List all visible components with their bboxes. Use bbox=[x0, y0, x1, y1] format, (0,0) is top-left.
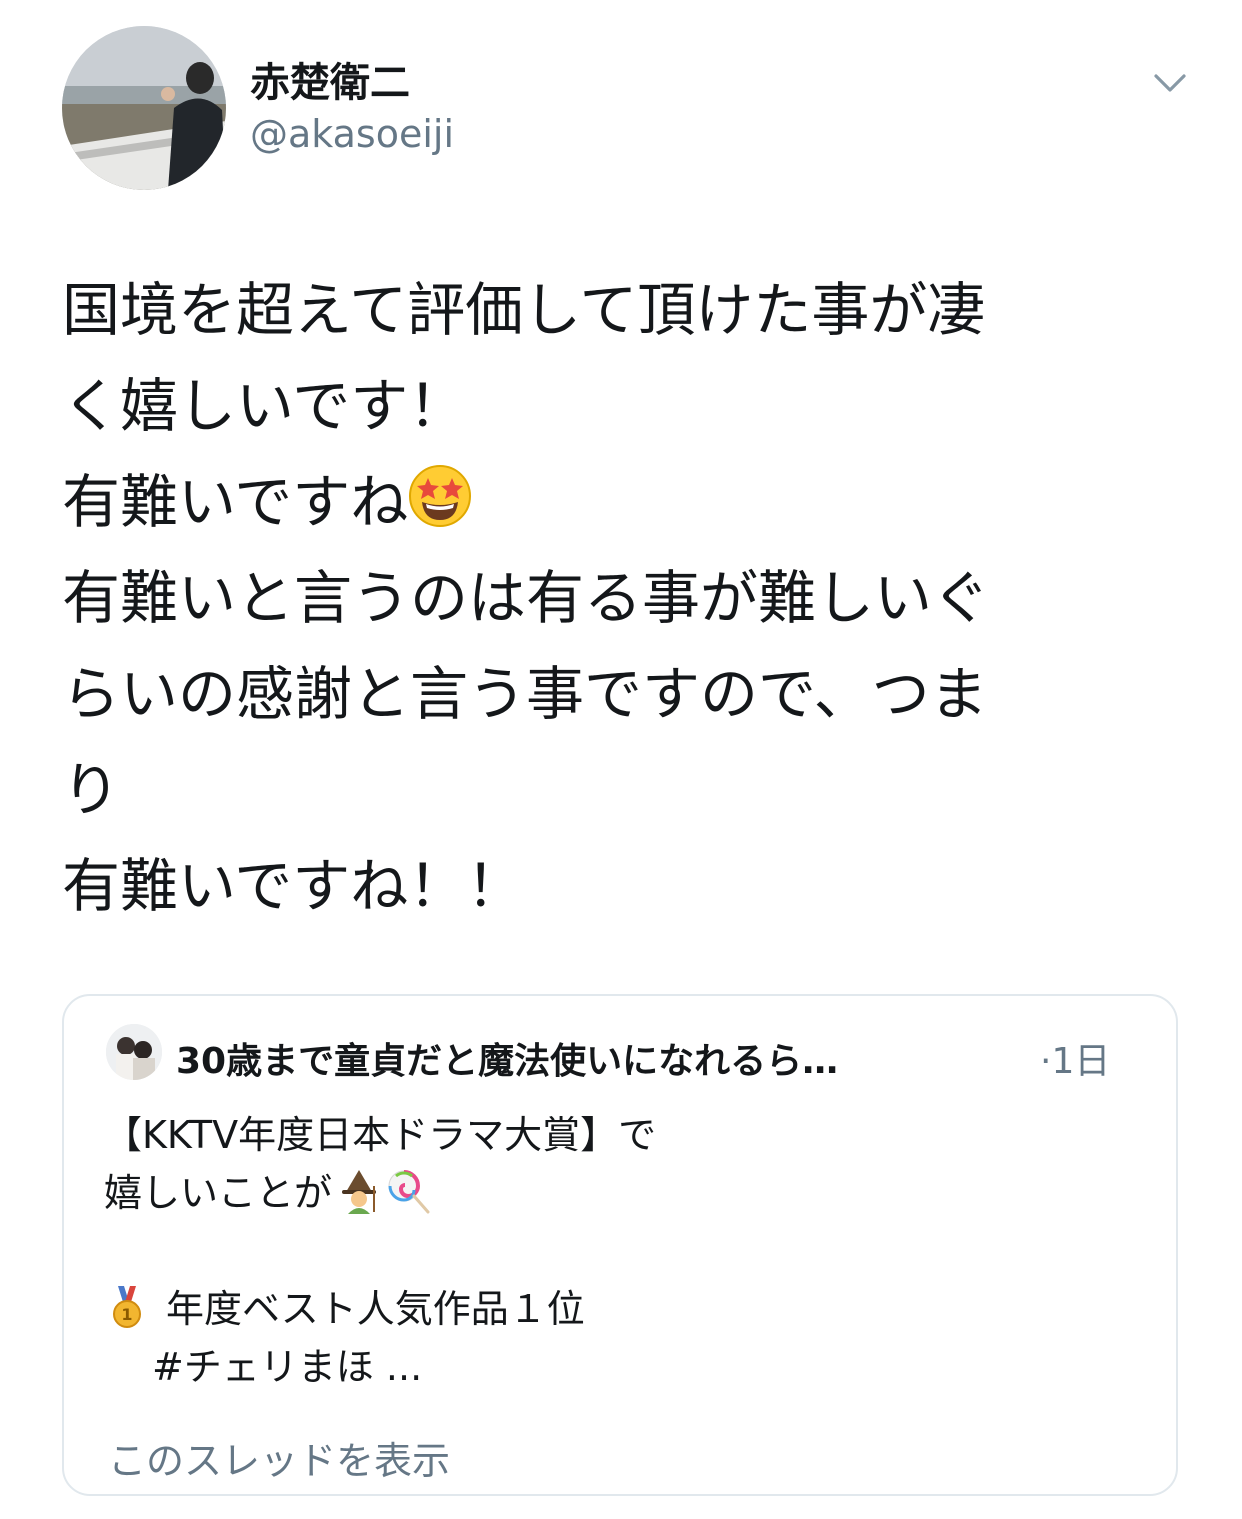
quote-line: 1 年度ベスト人気作品１位 bbox=[104, 1280, 1144, 1338]
quote-line: 嬉しいことが bbox=[104, 1164, 1144, 1222]
first-place-medal-emoji-icon: 1 bbox=[104, 1284, 150, 1330]
tweet-line: 国境を超えて評価して頂けた事が凄 bbox=[62, 276, 986, 344]
quoted-account-name[interactable]: 30歳まで童貞だと魔法使いになれるら… bbox=[176, 1032, 1016, 1084]
show-thread-link[interactable]: このスレッドを表示 bbox=[108, 1430, 450, 1485]
quoted-tweet-card[interactable]: 30歳まで童貞だと魔法使いになれるら… ·1日 【KKTV年度日本ドラマ大賞】で… bbox=[62, 994, 1178, 1496]
quote-line: 【KKTV年度日本ドラマ大賞】で bbox=[104, 1113, 657, 1157]
tweet-line: り bbox=[62, 756, 121, 824]
quote-line-text: #チェリまほ ... bbox=[152, 1345, 423, 1389]
star-struck-emoji-icon bbox=[408, 460, 472, 527]
author-handle[interactable]: @akasoeiji bbox=[250, 112, 454, 156]
tweet-line: 有難いですね！！ bbox=[62, 852, 525, 920]
profile-photo bbox=[62, 26, 226, 190]
quote-line bbox=[104, 1222, 1144, 1280]
quote-line: #チェリまほ ... bbox=[104, 1338, 1144, 1396]
quoted-tweet-time: ·1日 bbox=[1040, 1041, 1111, 1082]
chevron-down-icon[interactable] bbox=[1150, 64, 1190, 104]
quoted-tweet-text: 【KKTV年度日本ドラマ大賞】で 嬉しいことが 1 年度ベスト人気作品１位 #チ… bbox=[104, 1106, 1144, 1396]
quote-line-text: 嬉しいことが bbox=[104, 1171, 333, 1215]
tweet-line: らいの感謝と言う事ですので、つま bbox=[62, 660, 988, 728]
lollipop-emoji-icon bbox=[386, 1168, 432, 1214]
tweet-line: 有難いですね bbox=[62, 454, 1202, 550]
author-display-name[interactable]: 赤楚衛二 bbox=[250, 50, 410, 108]
tweet-line-text: 有難いですね bbox=[62, 468, 409, 536]
tweet-text: 国境を超えて評価して頂けた事が凄 く嬉しいです！ 有難いですね 有難いと言うのは… bbox=[62, 262, 1202, 934]
profile-photo bbox=[106, 1024, 162, 1080]
mage-emoji-icon bbox=[336, 1168, 382, 1214]
quote-line-text: 年度ベスト人気作品１位 bbox=[166, 1287, 585, 1331]
tweet-line: く嬉しいです！ bbox=[62, 372, 467, 440]
quoted-account-avatar[interactable] bbox=[106, 1024, 162, 1080]
tweet-line: 有難いと言うのは有る事が難しいぐ bbox=[62, 564, 991, 632]
svg-text:1: 1 bbox=[121, 1305, 132, 1324]
author-avatar[interactable] bbox=[62, 26, 226, 190]
